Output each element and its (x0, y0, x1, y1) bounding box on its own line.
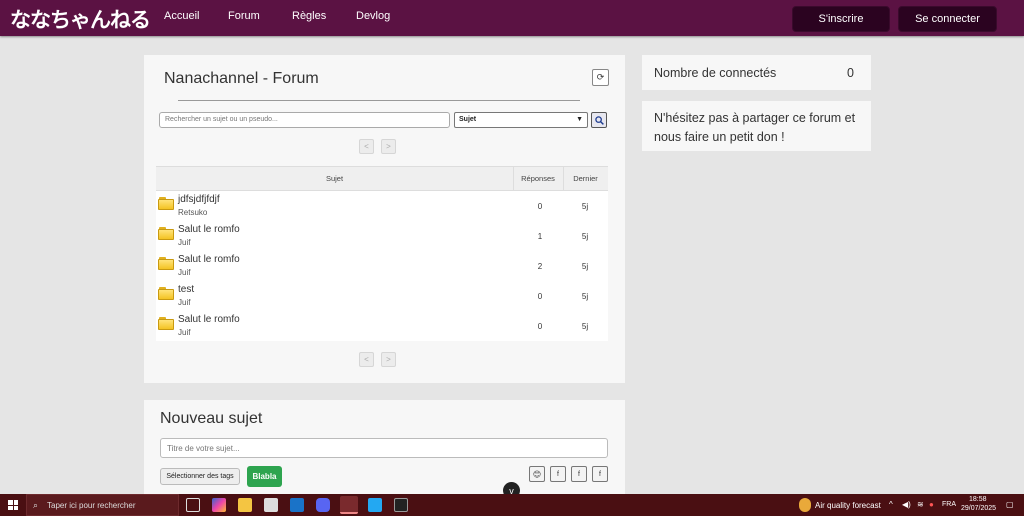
search-button[interactable] (591, 112, 607, 128)
clock-time[interactable]: 18:58 (969, 496, 987, 503)
search-icon: ⌕ (33, 500, 39, 510)
select-tags-button[interactable]: Sélectionner des tags (160, 468, 240, 485)
table-row[interactable]: Salut le romfo Juif 1 5j (156, 221, 608, 251)
thread-replies: 0 (537, 322, 543, 331)
thread-author[interactable]: Juif (178, 238, 190, 247)
outlook-icon[interactable] (290, 498, 304, 512)
discord-icon[interactable] (316, 498, 330, 512)
format-button[interactable]: f (550, 466, 566, 482)
search-input[interactable]: Rechercher un sujet ou un pseudo... (159, 112, 450, 128)
tray-chevron-icon[interactable]: ^ (889, 500, 893, 509)
search-filter-select[interactable]: Sujet ▼ (454, 112, 588, 128)
thread-last: 5j (581, 232, 589, 241)
thread-last: 5j (581, 262, 589, 271)
windows-taskbar: ⌕ Taper ici pour rechercher Air quality … (0, 494, 1024, 516)
chevron-down-icon: ▼ (576, 116, 583, 123)
thread-last: 5j (581, 202, 589, 211)
file-explorer-icon[interactable] (238, 498, 252, 512)
tag-blabla-button[interactable]: Blabla (247, 466, 282, 487)
forum-title: Nanachannel - Forum (164, 70, 319, 87)
wifi-icon[interactable]: ≋ (917, 500, 924, 509)
folder-icon (158, 227, 174, 240)
thread-last: 5j (581, 322, 589, 331)
table-row[interactable]: jdfsjdfjfdjf Retsuko 0 5j (156, 191, 608, 221)
folder-icon (158, 257, 174, 270)
nav-forum[interactable]: Forum (228, 10, 260, 22)
format-button[interactable]: f (571, 466, 587, 482)
topic-title-input[interactable]: Titre de votre sujet... (160, 438, 608, 458)
taskbar-search-placeholder: Taper ici pour rechercher (47, 501, 136, 510)
thread-title[interactable]: jdfsjdfjfdjf (178, 194, 220, 205)
thread-title[interactable]: Salut le romfo (178, 254, 240, 265)
weather-label[interactable]: Air quality forecast (815, 501, 881, 510)
thread-replies: 1 (537, 232, 543, 241)
thread-list: jdfsjdfjfdjf Retsuko 0 5j Salut le romfo… (156, 191, 608, 341)
vscode-icon[interactable] (368, 498, 382, 512)
nav-regles[interactable]: Règles (292, 10, 326, 22)
thread-title[interactable]: Salut le romfo (178, 224, 240, 235)
pager-prev-button[interactable]: < (359, 352, 374, 367)
top-navbar: ななちゃんねる Accueil Forum Règles Devlog S'in… (0, 0, 1024, 36)
folder-icon (158, 317, 174, 330)
thread-last: 5j (581, 292, 589, 301)
thread-replies: 2 (537, 262, 543, 271)
forum-panel: Nanachannel - Forum ⟳ Rechercher un suje… (144, 55, 625, 383)
folder-icon (158, 287, 174, 300)
task-view-icon[interactable] (186, 498, 200, 512)
emoji-icon: 😊 (532, 469, 542, 479)
pager-next-button[interactable]: > (381, 139, 396, 154)
weather-icon[interactable] (799, 498, 811, 512)
thread-author[interactable]: Retsuko (178, 208, 207, 217)
search-filter-value: Sujet (459, 116, 477, 123)
nav-devlog[interactable]: Devlog (356, 10, 390, 22)
taskbar-search[interactable]: ⌕ Taper ici pour rechercher (26, 494, 179, 516)
login-button[interactable]: Se connecter (898, 6, 997, 32)
refresh-icon: ⟳ (596, 72, 605, 82)
thread-author[interactable]: Juif (178, 328, 190, 337)
column-reponses: Réponses (521, 174, 555, 183)
thread-author[interactable]: Juif (178, 268, 190, 277)
store-icon[interactable] (264, 498, 278, 512)
table-row[interactable]: test Juif 0 5j (156, 281, 608, 311)
folder-icon (158, 197, 174, 210)
title-divider (178, 100, 580, 101)
notification-icon[interactable]: ▢ (1006, 500, 1014, 509)
site-logo[interactable]: ななちゃんねる (10, 4, 151, 34)
volume-icon[interactable]: ◀) (902, 500, 911, 509)
donate-box: N'hésitez pas à partager ce forum et nou… (642, 101, 871, 151)
windows-start-icon[interactable] (8, 500, 18, 510)
thread-replies: 0 (537, 202, 543, 211)
terminal-icon[interactable] (394, 498, 408, 512)
donate-text: N'hésitez pas à partager ce forum et nou… (654, 111, 856, 144)
brave-icon[interactable] (340, 496, 358, 514)
thread-replies: 0 (537, 292, 543, 301)
table-row[interactable]: Salut le romfo Juif 0 5j (156, 311, 608, 341)
format-button[interactable]: f (592, 466, 608, 482)
copilot-icon[interactable] (212, 498, 226, 512)
online-count-box: Nombre de connectés 0 (642, 55, 871, 90)
pager-prev-button[interactable]: < (359, 139, 374, 154)
online-label: Nombre de connectés (654, 66, 777, 80)
column-sujet: Sujet (325, 174, 344, 183)
emoji-button[interactable]: 😊 (529, 466, 545, 482)
signup-button[interactable]: S'inscrire (792, 6, 890, 32)
new-topic-panel: Nouveau sujet Titre de votre sujet... Sé… (144, 400, 625, 494)
language-indicator[interactable]: FRA (942, 501, 956, 508)
thread-table-header: Sujet Réponses Dernier (156, 166, 608, 192)
table-row[interactable]: Salut le romfo Juif 2 5j (156, 251, 608, 281)
antivirus-icon[interactable]: ● (929, 500, 934, 509)
thread-title[interactable]: Salut le romfo (178, 314, 240, 325)
search-icon (594, 115, 604, 125)
refresh-button[interactable]: ⟳ (592, 69, 609, 86)
pager-next-button[interactable]: > (381, 352, 396, 367)
nav-accueil[interactable]: Accueil (164, 10, 199, 22)
thread-author[interactable]: Juif (178, 298, 190, 307)
new-topic-title: Nouveau sujet (160, 410, 263, 427)
clock-date[interactable]: 29/07/2025 (961, 505, 996, 512)
column-dernier: Dernier (573, 174, 598, 183)
thread-title[interactable]: test (178, 284, 194, 295)
online-count: 0 (847, 66, 854, 80)
